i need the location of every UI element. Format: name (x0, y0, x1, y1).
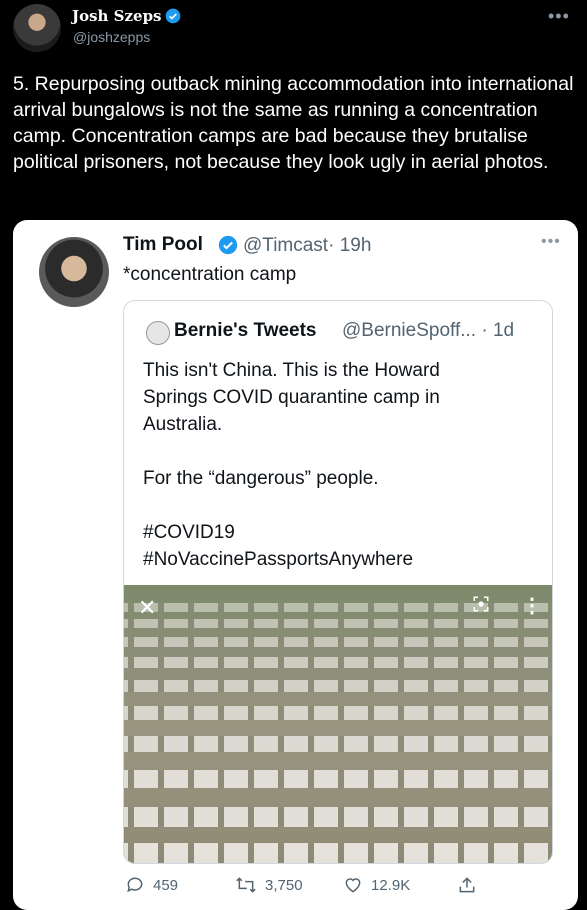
close-icon: ✕ (138, 595, 157, 620)
reply-count: 459 (153, 876, 179, 894)
retweet-action: 3,750 (235, 875, 303, 895)
quoted-tweet: Bernie's Tweets @BernieSpoff... · 1d Thi… (123, 300, 553, 864)
retweet-icon (236, 877, 256, 893)
tweet-text: 5. Repurposing outback mining accommodat… (13, 73, 574, 173)
tweet-actions: 459 3,750 12.9K (13, 875, 578, 905)
like-action: 12.9K (343, 875, 410, 895)
embedded-time: · 19h (328, 235, 372, 256)
embedded-tweet-text: *concentration camp (123, 264, 297, 285)
verified-badge-icon (218, 235, 238, 255)
embedded-author-name: Tim Pool (123, 234, 203, 255)
more-options-icon[interactable]: ••• (548, 6, 570, 27)
reply-icon (127, 877, 143, 893)
share-action (457, 875, 477, 895)
quoted-author-name: Bernie's Tweets (174, 320, 317, 341)
embedded-author-avatar (39, 237, 109, 307)
more-options-icon: ••• (541, 233, 561, 250)
author-handle[interactable]: @joshzepps (73, 29, 150, 45)
author-name[interactable]: Josh Szeps (72, 7, 162, 25)
quoted-author-avatar (146, 321, 170, 345)
share-icon (459, 877, 475, 893)
kebab-menu-icon: ⋮ (522, 595, 542, 617)
like-icon (345, 878, 361, 893)
quoted-author-handle: @BernieSpoff... · 1d (342, 320, 515, 341)
author-avatar[interactable] (13, 4, 61, 52)
embedded-author-handle: @Timcast· 19h (243, 235, 371, 257)
lens-icon (473, 596, 489, 612)
aerial-camp-photo: ✕ ⋮ (124, 585, 552, 863)
embedded-tweet-screenshot[interactable]: Tim Pool @Timcast· 19h ••• *concentratio… (13, 220, 578, 910)
verified-badge-icon (165, 8, 181, 24)
reply-action: 459 (125, 875, 178, 895)
quoted-tweet-text: This isn't China. This is the Howard Spr… (143, 360, 440, 570)
like-count: 12.9K (371, 876, 411, 894)
embedded-handle-text: @Timcast (243, 235, 329, 256)
retweet-count: 3,750 (265, 876, 303, 894)
